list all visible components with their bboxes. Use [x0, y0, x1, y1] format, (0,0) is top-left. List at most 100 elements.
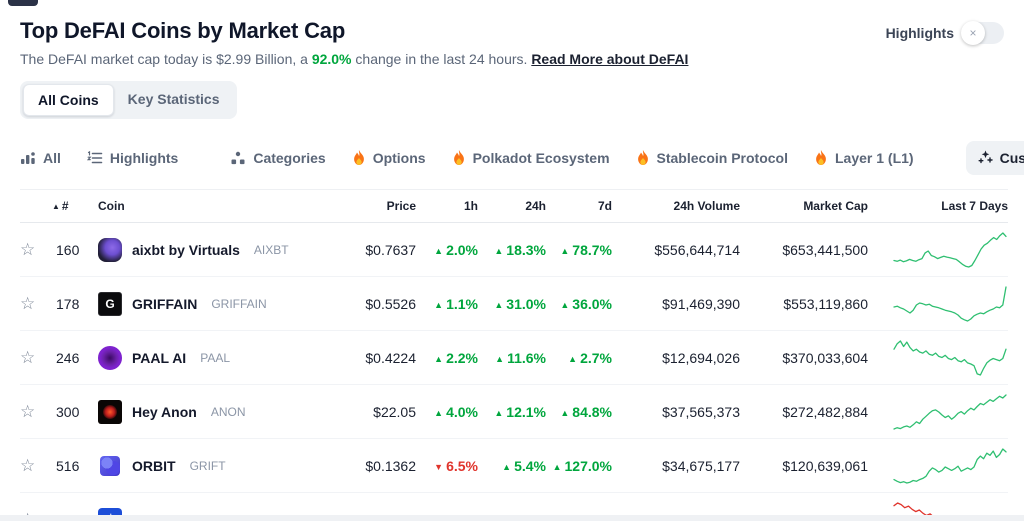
flame-icon — [352, 150, 366, 166]
filter-options[interactable]: Options — [352, 150, 426, 166]
trend-arrow-icon — [560, 246, 569, 256]
header-7d[interactable]: 7d — [546, 190, 612, 223]
trend-arrow-icon — [494, 246, 503, 256]
trend-arrow-icon — [434, 246, 443, 256]
filter-categories[interactable]: Categories — [230, 150, 325, 166]
coin-symbol: PAAL — [200, 351, 230, 365]
header-volume[interactable]: 24h Volume — [612, 190, 740, 223]
favorite-star-icon[interactable]: ☆ — [20, 240, 35, 259]
table-row[interactable]: ☆ 160 aixbt by VirtualsAIXBT $0.7637 2.0… — [20, 223, 1008, 277]
subtitle-prefix: The DeFAI market cap today is $2.99 Bill… — [20, 51, 312, 67]
tab-key-statistics[interactable]: Key Statistics — [114, 84, 234, 116]
coin-rank: 516 — [52, 439, 98, 493]
change-1h: 1.1% — [434, 296, 478, 312]
header-favorite — [20, 190, 52, 223]
coin-cell[interactable]: ORBIT GRIFT — [98, 456, 326, 476]
header-1h[interactable]: 1h — [416, 190, 478, 223]
filter-all[interactable]: All — [20, 150, 61, 166]
coin-market-cap: $120,639,061 — [740, 439, 868, 493]
trend-arrow-icon — [568, 354, 577, 364]
table-header-row: ▲# Coin Price 1h 24h 7d 24h Volume Marke… — [20, 190, 1008, 223]
trend-arrow-icon — [560, 300, 569, 310]
highlights-toggle-label: Highlights — [886, 25, 954, 41]
griffain-logo: G — [98, 292, 122, 316]
filter-layer1[interactable]: Layer 1 (L1) — [814, 150, 914, 166]
change-7d: 84.8% — [560, 404, 612, 420]
filter-polkadot-label: Polkadot Ecosystem — [473, 150, 610, 166]
page-title: Top DeFAI Coins by Market Cap — [20, 18, 688, 44]
header-market-cap[interactable]: Market Cap — [740, 190, 868, 223]
coin-name: GRIFFAIN — [132, 296, 197, 312]
subtitle-suffix: change in the last 24 hours. — [352, 51, 532, 67]
change-24h: 5.4% — [502, 458, 546, 474]
trend-arrow-icon — [494, 300, 503, 310]
coin-market-cap: $653,441,500 — [740, 223, 868, 277]
table-row[interactable]: ☆ 178 GGRIFFAINGRIFFAIN $0.5526 1.1% 31.… — [20, 277, 1008, 331]
change-24h: 11.6% — [495, 350, 546, 366]
bar-chart-icon — [20, 150, 36, 166]
coin-rank: 246 — [52, 331, 98, 385]
hey-anon-logo — [98, 400, 122, 424]
change-7d: 127.0% — [553, 458, 612, 474]
category-filter-bar: All Highlights Categories Options Polkad… — [20, 141, 1004, 175]
read-more-link[interactable]: Read More about DeFAI — [531, 51, 688, 67]
trend-arrow-icon — [560, 408, 569, 418]
change-1h: 2.2% — [434, 350, 478, 366]
filter-layer1-label: Layer 1 (L1) — [835, 150, 914, 166]
filter-polkadot-ecosystem[interactable]: Polkadot Ecosystem — [452, 150, 610, 166]
favorite-star-icon[interactable]: ☆ — [20, 348, 35, 367]
trend-arrow-icon — [495, 354, 504, 364]
coin-price: $0.4224 — [326, 331, 416, 385]
coin-price: $0.1362 — [326, 439, 416, 493]
aixbt-logo — [98, 238, 122, 262]
customise-button[interactable]: Customise — [966, 141, 1024, 175]
view-tabs: All Coins Key Statistics — [20, 81, 237, 119]
list-icon — [87, 150, 103, 166]
filter-stablecoin-protocol[interactable]: Stablecoin Protocol — [636, 150, 788, 166]
highlights-toggle[interactable]: × — [962, 22, 1004, 44]
market-cap-change: 92.0% — [312, 51, 352, 67]
favorite-star-icon[interactable]: ☆ — [20, 294, 35, 313]
table-row[interactable]: ☆ 300 Hey AnonANON $22.05 4.0% 12.1% 84.… — [20, 385, 1008, 439]
sparkline-chart — [868, 223, 1008, 277]
header-price[interactable]: Price — [326, 190, 416, 223]
tab-all-coins[interactable]: All Coins — [23, 84, 114, 116]
flame-icon — [636, 150, 650, 166]
coin-name: aixbt by Virtuals — [132, 242, 240, 258]
coin-price: $0.7637 — [326, 223, 416, 277]
favorite-star-icon[interactable]: ☆ — [20, 402, 35, 421]
paal-logo — [98, 346, 122, 370]
trend-arrow-icon — [434, 462, 443, 472]
coin-cell[interactable]: aixbt by VirtualsAIXBT — [98, 238, 326, 262]
header-24h[interactable]: 24h — [478, 190, 546, 223]
change-1h: 2.0% — [434, 242, 478, 258]
coin-name: PAAL AI — [132, 350, 186, 366]
coin-cell[interactable]: Hey AnonANON — [98, 400, 326, 424]
favorite-star-icon[interactable]: ☆ — [20, 456, 35, 475]
coin-cell[interactable]: G GRIFFAIN GRIFFAIN — [98, 292, 326, 316]
header-rank[interactable]: ▲# — [52, 190, 98, 223]
table-row[interactable]: ☆ 246 PAAL AIPAAL $0.4224 2.2% 11.6% 2.7… — [20, 331, 1008, 385]
coin-rank: 300 — [52, 385, 98, 439]
coin-symbol: GRIFT — [190, 459, 226, 473]
coin-market-cap: $553,119,860 — [740, 277, 868, 331]
coin-symbol: GRIFFAIN — [211, 297, 266, 311]
trend-arrow-icon — [553, 462, 562, 472]
header-last-7-days: Last 7 Days — [868, 190, 1008, 223]
coin-rank: 178 — [52, 277, 98, 331]
sparkline-chart — [868, 439, 1008, 493]
coin-name: Hey Anon — [132, 404, 197, 420]
orbit-logo — [100, 456, 120, 476]
coin-price: $22.05 — [326, 385, 416, 439]
trend-arrow-icon — [502, 462, 511, 472]
toggle-off-icon: × — [969, 26, 976, 40]
bottom-strip — [0, 515, 1024, 521]
filter-highlights[interactable]: Highlights — [87, 150, 178, 166]
browser-fragment — [8, 0, 38, 6]
coin-cell[interactable]: PAAL AI PAAL — [98, 346, 326, 370]
table-row[interactable]: ☆ 516 ORBITGRIFT $0.1362 6.5% 5.4% 127.0… — [20, 439, 1008, 493]
coin-name: ORBIT — [132, 458, 176, 474]
header-coin[interactable]: Coin — [98, 190, 326, 223]
trend-arrow-icon — [494, 408, 503, 418]
flame-icon — [814, 150, 828, 166]
